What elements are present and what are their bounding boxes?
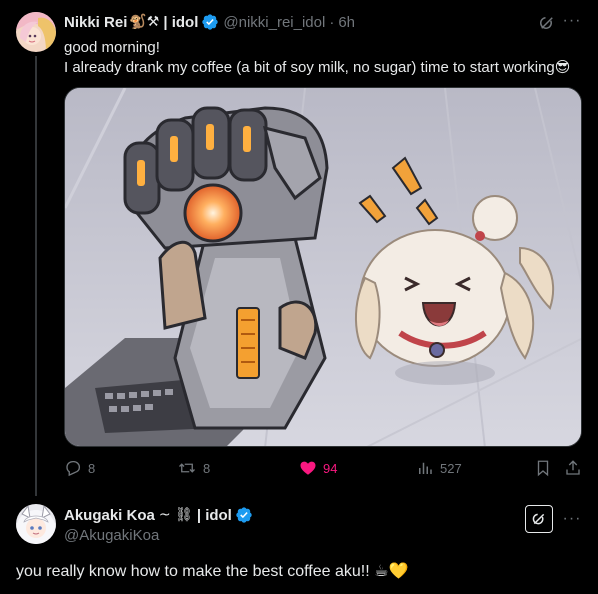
reply-author-avatar[interactable] [16,504,56,544]
reply-handle[interactable]: @AkugakiKoa [64,527,159,544]
reply-header: Akugaki Koa ~ ⛓ | idol [64,506,253,524]
tweet-text-line-2: I already drank my coffee (a bit of soy … [64,59,571,76]
tweet-header: Nikki Rei 🐒⚒ | idol @nikki_rei_idol · 6h [64,13,355,31]
more-options-icon[interactable]: ··· [562,10,582,32]
reply-icon [66,460,81,477]
share-icon [566,460,580,475]
author-handle[interactable]: @nikki_rei_idol [223,14,325,31]
reply-name-suffix[interactable]: | idol [197,507,232,524]
reply-name-emojis: ~ ⛓ [158,507,193,523]
reply-button[interactable]: 8 [64,459,95,477]
grok-icon[interactable] [536,12,558,34]
repost-icon [179,463,195,473]
reply-text: you really know how to make the best cof… [16,563,409,580]
views-chart-icon [419,462,432,474]
verified-badge-icon[interactable] [201,13,219,31]
author-display-name[interactable]: Nikki Rei [64,14,127,31]
heart-icon [300,461,316,475]
like-count: 94 [323,460,338,476]
reply-grok-icon [532,513,545,525]
author-name-suffix[interactable]: | idol [163,14,198,31]
repost-button[interactable]: 8 [177,459,210,477]
author-name-emojis: 🐒⚒ [129,14,160,30]
like-button[interactable]: 94 [299,459,337,477]
reply-grok-button[interactable] [525,505,553,533]
views-button[interactable]: 527 [416,459,462,477]
repost-count: 8 [203,460,211,476]
reply-more-options-icon[interactable]: ··· [562,508,582,530]
reply-count: 8 [88,460,96,476]
reply-handle-row: @AkugakiKoa [64,527,159,544]
bookmark-button[interactable] [534,459,552,477]
view-count: 527 [440,460,462,476]
tweet-image[interactable] [64,87,582,447]
share-button[interactable] [564,459,582,477]
thread-connector-line [35,56,37,496]
reply-verified-badge-icon[interactable] [235,506,253,524]
bookmark-icon [537,460,549,477]
reply-display-name[interactable]: Akugaki Koa [64,507,155,524]
tweet-timestamp[interactable]: 6h [338,14,355,31]
tweet-text-line-1: good morning! [64,39,160,56]
header-separator: · [329,13,335,31]
tweet-text: good morning! I already drank my coffee … [64,38,570,78]
author-avatar[interactable] [16,12,56,52]
tweet-action-bar: 8 8 94 527 [64,459,584,481]
